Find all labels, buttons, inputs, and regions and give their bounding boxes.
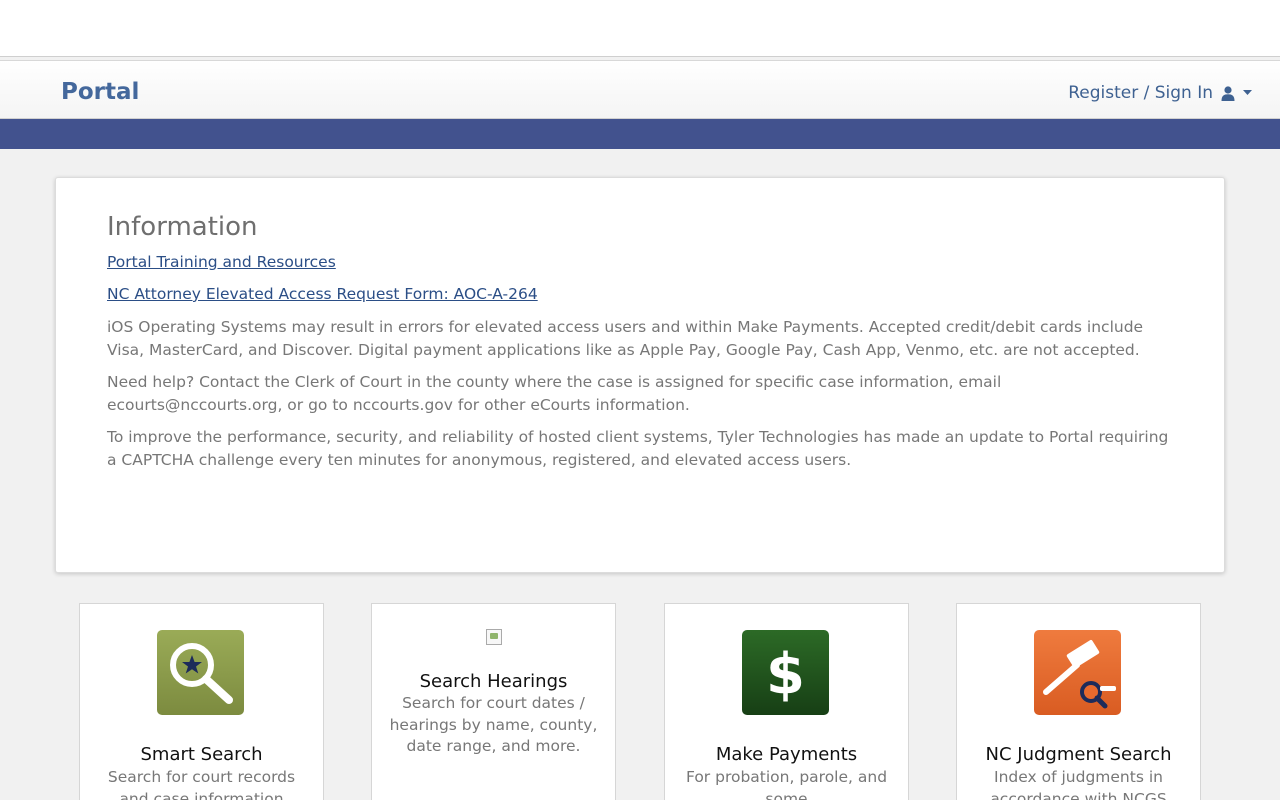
user-icon xyxy=(1221,85,1235,101)
smart-search-title: Smart Search xyxy=(140,744,263,765)
dollar-icon: $ xyxy=(742,630,829,715)
brand-title[interactable]: Portal xyxy=(61,79,139,105)
feature-tiles: Smart Search Search for court records an… xyxy=(0,603,1280,800)
register-signin-menu[interactable]: Register / Sign In xyxy=(1068,83,1252,103)
nc-judgment-search-title: NC Judgment Search xyxy=(985,744,1172,765)
signin-label: Register / Sign In xyxy=(1068,83,1213,103)
information-title: Information xyxy=(107,212,258,242)
search-hearings-title: Search Hearings xyxy=(419,671,568,692)
nc-judgment-search-description: Index of judgments in accordance with NC… xyxy=(990,768,1167,800)
gavel-search-icon xyxy=(1034,630,1121,715)
search-hearings-tile[interactable]: Search Hearings Search for court dates /… xyxy=(371,603,616,800)
caret-down-icon xyxy=(1243,90,1252,95)
portal-training-link[interactable]: Portal Training and Resources xyxy=(107,252,1174,272)
attorney-access-form-link[interactable]: NC Attorney Elevated Access Request Form… xyxy=(107,284,1174,304)
search-hearings-description: Search for court dates / hearings by nam… xyxy=(389,694,598,755)
header-accent-bar xyxy=(0,119,1280,149)
nc-judgment-search-tile[interactable]: NC Judgment Search Index of judgments in… xyxy=(956,603,1201,800)
ios-notice-text: iOS Operating Systems may result in erro… xyxy=(107,318,1144,359)
broken-image-icon xyxy=(486,629,502,645)
make-payments-title: Make Payments xyxy=(715,744,858,765)
top-blank-area xyxy=(0,0,1280,57)
smart-search-tile[interactable]: Smart Search Search for court records an… xyxy=(79,603,324,800)
information-panel: Information Portal Training and Resource… xyxy=(55,177,1225,573)
make-payments-tile[interactable]: $ Make Payments For probation, parole, a… xyxy=(664,603,909,800)
smart-search-description: Search for court records and case inform… xyxy=(107,768,296,800)
magnifier-star-icon xyxy=(157,630,244,715)
help-contact-text: Need help? Contact the Clerk of Court in… xyxy=(107,373,1002,414)
top-navbar: Portal Register / Sign In xyxy=(0,60,1280,119)
svg-text:$: $ xyxy=(766,642,805,707)
make-payments-description: For probation, parole, and some xyxy=(685,768,888,800)
captcha-notice-text: To improve the performance, security, an… xyxy=(107,428,1169,469)
